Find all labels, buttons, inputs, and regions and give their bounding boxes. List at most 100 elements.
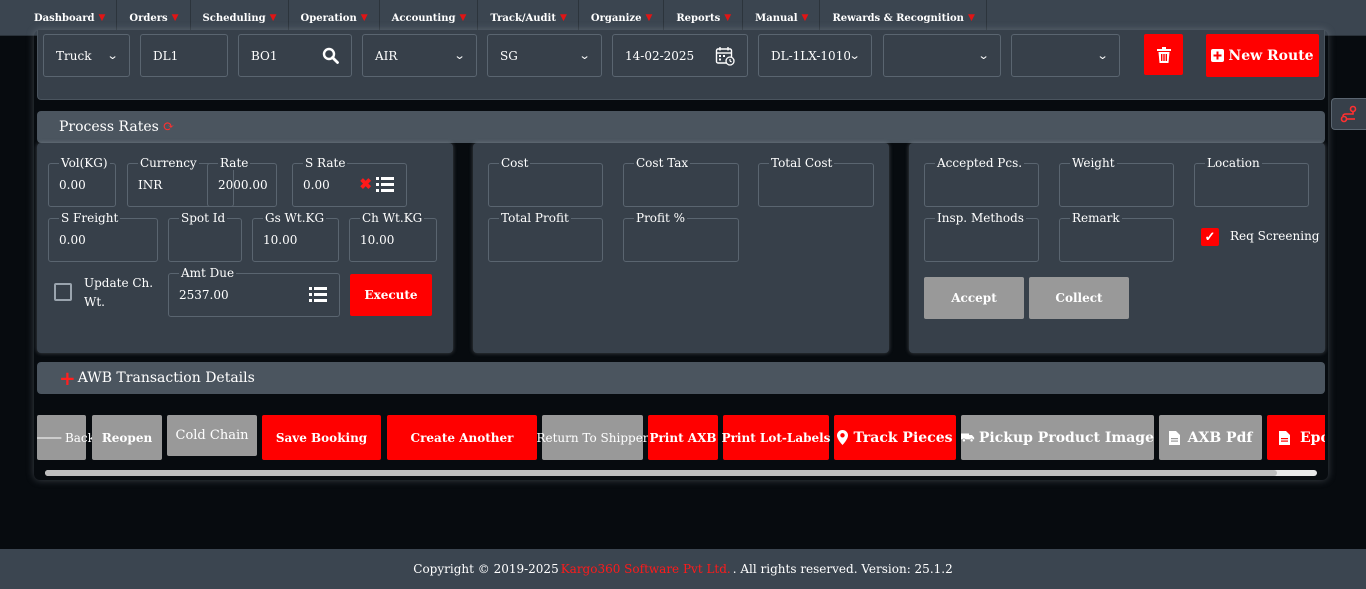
footer-brand-link[interactable]: Kargo360 Software Pvt Ltd. <box>561 562 731 576</box>
new-route-button[interactable]: New Route <box>1206 34 1319 77</box>
service-value: AIR <box>375 48 398 63</box>
insp-methods-label: Insp. Methods <box>935 211 1026 225</box>
axb-pdf-button[interactable]: AXB Pdf <box>1159 415 1262 460</box>
clear-icon[interactable]: ✖ <box>359 175 372 193</box>
acceptance-card: Accepted Pcs. Weight Location Insp. Meth… <box>909 143 1325 353</box>
insp-methods-field[interactable]: Insp. Methods <box>924 211 1039 262</box>
awb-transaction-header[interactable]: + AWB Transaction Details <box>37 362 1325 394</box>
chwt-field[interactable]: Ch Wt.KG 10.00 <box>349 211 437 262</box>
file-icon <box>1279 430 1290 445</box>
extra-select-1[interactable]: ⌄ <box>883 34 1001 77</box>
weight-label: Weight <box>1070 156 1117 170</box>
axb-pdf-label: AXB Pdf <box>1187 429 1253 446</box>
collect-button[interactable]: Collect <box>1029 277 1129 319</box>
process-rates-header[interactable]: Process Rates ⟳ <box>37 111 1325 143</box>
calendar-icon[interactable] <box>715 46 735 66</box>
nav-label: Operation <box>300 12 357 24</box>
list-icon[interactable] <box>376 177 394 192</box>
spotid-label: Spot Id <box>179 211 228 225</box>
rates-card: Vol(KG) 0.00 Currency INR Rate 2000.00 S… <box>37 143 453 353</box>
amtdue-field[interactable]: Amt Due 2537.00 <box>168 266 340 317</box>
spotid-field[interactable]: Spot Id <box>168 211 242 262</box>
execute-button[interactable]: Execute <box>350 274 432 316</box>
return-to-shipper-label: Return To Shipper <box>536 430 649 445</box>
rate-field[interactable]: Rate 2000.00 <box>207 156 277 207</box>
trash-icon <box>1156 46 1171 63</box>
track-pieces-label: Track Pieces <box>853 429 953 446</box>
scrollbar-thumb[interactable] <box>45 470 1277 476</box>
process-rates-title: Process Rates <box>59 119 159 135</box>
back-button[interactable]: 🡐 Back <box>37 415 95 460</box>
remark-field[interactable]: Remark <box>1059 211 1174 262</box>
delete-route-button[interactable] <box>1144 34 1183 75</box>
route-icon <box>1340 105 1357 123</box>
sfreight-field[interactable]: S Freight 0.00 <box>48 211 158 262</box>
weight-field[interactable]: Weight <box>1059 156 1174 207</box>
chevron-down-icon: ▼ <box>360 13 368 23</box>
service-select[interactable]: AIR ⌄ <box>362 34 477 77</box>
profit-pct-label: Profit % <box>634 211 688 225</box>
profit-pct-field[interactable]: Profit % <box>623 211 739 262</box>
reopen-button[interactable]: Reopen <box>92 415 162 460</box>
gswt-value: 10.00 <box>263 233 298 247</box>
pickup-product-image-button[interactable]: Pickup Product Image <box>961 415 1154 460</box>
chevron-down-icon: ▼ <box>645 13 653 23</box>
rate-label: Rate <box>218 156 251 170</box>
vol-label: Vol(KG) <box>59 156 110 170</box>
chevron-down-icon: ⌄ <box>578 49 591 62</box>
destination-value: BO1 <box>251 48 278 63</box>
accept-button[interactable]: Accept <box>924 277 1024 319</box>
save-booking-label: Save Booking <box>275 430 368 445</box>
reopen-label: Reopen <box>101 430 153 445</box>
chevron-down-icon: ⌄ <box>1096 49 1109 62</box>
check-icon: ✓ <box>1204 229 1216 245</box>
gswt-label: Gs Wt.KG <box>263 211 327 225</box>
total-cost-field[interactable]: Total Cost <box>758 156 874 207</box>
cost-field[interactable]: Cost <box>488 156 603 207</box>
total-cost-label: Total Cost <box>769 156 835 170</box>
nav-label: Reports <box>676 12 721 24</box>
horizontal-scrollbar[interactable] <box>45 470 1317 476</box>
chevron-down-icon: ▼ <box>559 13 567 23</box>
vol-value: 0.00 <box>59 178 86 192</box>
vol-field[interactable]: Vol(KG) 0.00 <box>48 156 116 207</box>
gswt-field[interactable]: Gs Wt.KG 10.00 <box>252 211 339 262</box>
req-screening-checkbox[interactable]: ✓ <box>1201 228 1219 246</box>
print-lot-labels-label: Print Lot-Labels <box>721 430 831 445</box>
chevron-down-icon: ⌄ <box>848 49 861 62</box>
chevron-down-icon: ▼ <box>967 13 975 23</box>
arrow-left-icon: 🡐 <box>37 430 63 446</box>
destination-input[interactable]: BO1 <box>238 34 352 77</box>
accepted-pcs-field[interactable]: Accepted Pcs. <box>924 156 1039 207</box>
date-input[interactable]: 14-02-2025 <box>612 34 748 77</box>
cold-chain-button[interactable]: Cold Chain <box>167 415 257 456</box>
print-lot-labels-button[interactable]: Print Lot-Labels <box>721 415 831 460</box>
refresh-icon[interactable]: ⟳ <box>163 119 175 135</box>
update-chwt-checkbox[interactable] <box>54 283 72 301</box>
carrier-select[interactable]: SG ⌄ <box>487 34 602 77</box>
route-side-tab[interactable] <box>1331 98 1366 130</box>
location-field[interactable]: Location <box>1194 156 1309 207</box>
extra-select-2[interactable]: ⌄ <box>1011 34 1120 77</box>
list-icon[interactable] <box>309 287 327 302</box>
rate-value: 2000.00 <box>218 178 268 192</box>
track-pieces-button[interactable]: Track Pieces <box>834 415 956 460</box>
save-booking-button[interactable]: Save Booking <box>262 415 381 460</box>
total-profit-field[interactable]: Total Profit <box>488 211 603 262</box>
flight-select[interactable]: DL-1LX-10107⌄ <box>758 34 872 77</box>
create-another-button[interactable]: Create Another <box>387 415 537 460</box>
mode-select[interactable]: Truck ⌄ <box>43 34 130 77</box>
search-icon[interactable] <box>322 47 339 64</box>
awb-transaction-title: AWB Transaction Details <box>77 370 255 386</box>
return-to-shipper-button[interactable]: Return To Shipper <box>536 415 649 460</box>
req-screening-label: Req Screening <box>1230 229 1320 243</box>
srate-field[interactable]: S Rate 0.00 ✖ <box>292 156 407 207</box>
update-chwt-label-line2: Wt. <box>84 295 105 309</box>
print-axb-button[interactable]: Print AXB <box>648 415 718 460</box>
cold-chain-label: Cold Chain <box>175 428 249 443</box>
origin-input[interactable]: DL1 <box>140 34 228 77</box>
epod-button[interactable]: Epo <box>1267 415 1325 460</box>
total-profit-label: Total Profit <box>499 211 571 225</box>
cost-tax-field[interactable]: Cost Tax <box>623 156 739 207</box>
plus-icon: + <box>59 366 76 390</box>
